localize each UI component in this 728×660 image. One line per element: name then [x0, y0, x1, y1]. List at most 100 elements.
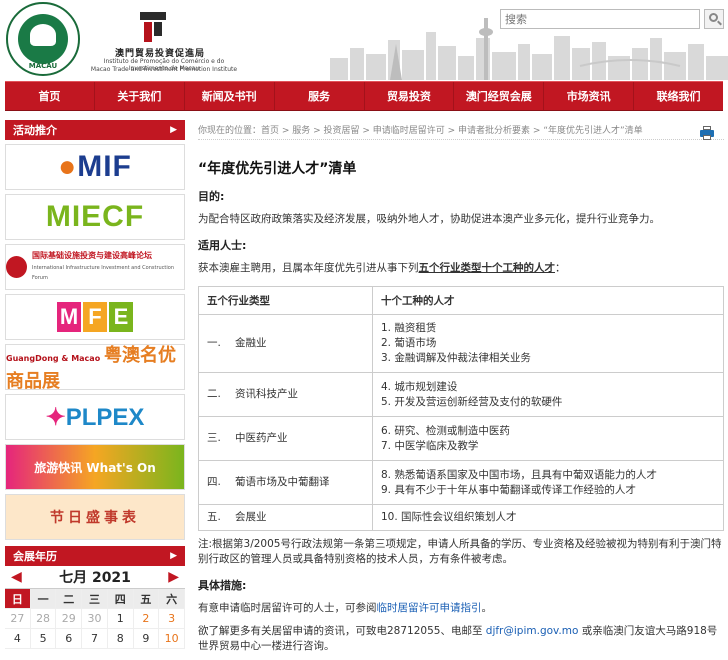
jobs-cell: 1. 融资租赁 2. 葡语市场 3. 金融调解及仲裁法律相关业务: [372, 314, 724, 373]
purpose-label: 目的:: [198, 190, 225, 203]
category-name: 资讯科技产业: [235, 388, 298, 400]
calendar-day[interactable]: 29: [56, 609, 83, 629]
calendar-title: 会展年历: [13, 550, 57, 563]
table-row: 一. 金融业 1. 融资租赁 2. 葡语市场 3. 金融调解及仲裁法律相关业务: [198, 314, 724, 373]
banner-mfe[interactable]: M F E: [5, 294, 185, 340]
category-name: 中医药产业: [235, 432, 288, 444]
banner-festival-calendar[interactable]: 节日盛事表: [5, 494, 185, 540]
job-item: 3. 金融调解及仲裁法律相关业务: [381, 352, 531, 364]
prev-month-icon[interactable]: ◀: [11, 569, 22, 585]
mfe-letter: M: [57, 302, 81, 332]
jobs-cell: 6. 研究、检测或制造中医药 7. 中医学临床及教学: [372, 416, 724, 461]
next-month-icon[interactable]: ▶: [168, 569, 179, 585]
contact-text: 欲了解更多有关居留申请的资讯，可致电28712055、电邮至 djfr@ipim…: [198, 624, 724, 654]
weekday-header: 六: [159, 589, 185, 609]
measures-text: 有意申请临时居留许可的人士，可参阅临时居留许可申请指引。: [198, 601, 724, 616]
measures-label: 具体措施:: [198, 579, 247, 592]
nav-item-services[interactable]: 服务: [275, 82, 365, 110]
search-box[interactable]: [500, 9, 700, 29]
calendar-month: 七月 2021: [59, 570, 131, 586]
job-item: 6. 研究、检测或制造中医药: [381, 424, 510, 437]
talent-table: 五个行业类型 十个工种的人才 一. 金融业 1. 融资租赁 2. 葡语市场 3. …: [198, 286, 724, 531]
calendar-day[interactable]: 3: [159, 609, 185, 629]
banner-gd-macao[interactable]: GuangDong & Macao 粤澳名优商品展: [5, 344, 185, 390]
calendar-month-bar: ◀ 七月 2021 ▶: [5, 566, 185, 588]
category-num: 五.: [207, 511, 221, 523]
activities-header[interactable]: 活动推介 ▶: [5, 120, 185, 140]
weekday-header: 五: [133, 589, 160, 609]
job-item: 5. 开发及营运创新经营及支付的软硬件: [381, 395, 563, 408]
purpose-text: 为配合特区政府政策落实及经济发展，吸纳外地人才，协助促进本澳产业多元化，提升行业…: [198, 213, 660, 225]
nav-item-about[interactable]: 关于我们: [95, 82, 185, 110]
calendar-day[interactable]: 6: [56, 629, 83, 649]
job-item: 4. 城市规划建设: [381, 380, 458, 393]
category-cell: 三. 中医药产业: [198, 416, 373, 461]
ipim-logo-mark[interactable]: [140, 12, 166, 42]
calendar-day[interactable]: 4: [5, 629, 31, 649]
measures-text-before: 有意申请临时居留许可的人士，可参阅: [198, 602, 377, 614]
nav-item-market[interactable]: 市场资讯: [544, 82, 635, 110]
iif-logo: 国际基础设施投资与建设高峰论坛 International Infrastruc…: [6, 251, 184, 282]
category-name: 会展业: [235, 511, 267, 523]
macau-emblem-logo[interactable]: MACAU: [6, 2, 80, 76]
category-num: 二.: [207, 388, 221, 400]
application-guide-link[interactable]: 临时居留许可申请指引: [377, 602, 482, 614]
job-item: 7. 中医学临床及教学: [381, 439, 479, 452]
calendar-day[interactable]: 9: [133, 629, 160, 649]
plpex-text: PLPEX: [65, 403, 145, 431]
contact-text-before: 欲了解更多有关居留申请的资讯，可致电28712055、电邮至: [198, 625, 486, 637]
table-header-jobs: 十个工种的人才: [372, 286, 724, 315]
nav-item-trade[interactable]: 贸易投资: [365, 82, 455, 110]
calendar-day[interactable]: 10: [159, 629, 185, 649]
emblem-text: MACAU: [28, 62, 58, 70]
banner-miecf[interactable]: MIECF: [5, 194, 185, 240]
category-num: 一.: [207, 337, 221, 349]
calendar-header[interactable]: 会展年历 ▶: [5, 546, 185, 566]
table-row: 二. 资讯科技产业 4. 城市规划建设 5. 开发及营运创新经营及支付的软硬件: [198, 372, 724, 417]
legal-note: 注:根据第3/2005号行政法规第一条第三项规定，申请人所具备的学历、专业资格及…: [198, 538, 722, 565]
nav-item-exhibitions[interactable]: 澳门经贸会展: [454, 82, 545, 110]
calendar-day[interactable]: 2: [133, 609, 160, 629]
sidebar: 活动推介 ▶ ●MIF MIECF 国际基础设施投资与建设高峰论坛 Intern…: [5, 120, 185, 660]
activities-title: 活动推介: [13, 124, 57, 137]
banner-mif[interactable]: ●MIF: [5, 144, 185, 190]
calendar-day[interactable]: 27: [5, 609, 31, 629]
job-item: 10. 国际性会议组织策划人才: [381, 511, 517, 523]
print-icon[interactable]: [700, 126, 714, 140]
printer-paper: [703, 135, 711, 140]
target-text: 获本澳雇主聘用，且属本年度优先引进从事下列五个行业类型十个工种的人才：: [198, 261, 724, 276]
breadcrumb[interactable]: 你现在的位置：首页 > 服务 > 投资居留 > 申请临时居留许可 > 申请者批分…: [198, 120, 724, 140]
calendar-day[interactable]: 8: [107, 629, 134, 649]
calendar-grid: 日 一 二 三 四 五 六 27 28 29 30 1 2 3 4 5 6 7 …: [5, 588, 185, 649]
ipim-mark-bar: [144, 22, 152, 42]
gd-macao-logo: GuangDong & Macao 粤澳名优商品展: [6, 345, 184, 390]
table-row: 五. 会展业 10. 国际性会议组织策划人才: [198, 504, 724, 531]
category-cell: 四. 葡语市场及中葡翻译: [198, 460, 373, 505]
calendar-day[interactable]: 7: [82, 629, 108, 649]
nav-item-contact[interactable]: 联络我们: [634, 82, 723, 110]
calendar-day[interactable]: 5: [30, 629, 57, 649]
main-content: 你现在的位置：首页 > 服务 > 投资居留 > 申请临时居留许可 > 申请者批分…: [198, 120, 724, 660]
category-name: 金融业: [235, 337, 267, 349]
search-input[interactable]: [501, 10, 699, 28]
category-cell: 二. 资讯科技产业: [198, 372, 373, 417]
nav-item-home[interactable]: 首页: [5, 82, 95, 110]
calendar-day[interactable]: 1: [107, 609, 134, 629]
banner-iif[interactable]: 国际基础设施投资与建设高峰论坛 International Infrastruc…: [5, 244, 185, 290]
calendar-day[interactable]: 28: [30, 609, 57, 629]
mfe-logo: M F E: [57, 302, 133, 332]
search-icon-handle: [717, 20, 722, 26]
email-link[interactable]: djfr@ipim.gov.mo: [486, 625, 579, 637]
nav-item-news[interactable]: 新闻及书刊: [185, 82, 275, 110]
table-row: 四. 葡语市场及中葡翻译 8. 熟悉葡语系国家及中国市场，且具有中葡双语能力的人才…: [198, 460, 724, 505]
mfe-letter: F: [83, 302, 107, 332]
search-button[interactable]: [704, 9, 724, 29]
gd-macao-cn: 粤澳名优商品展: [6, 345, 177, 390]
banner-plpex[interactable]: ✦PLPEX: [5, 394, 185, 440]
lotus-icon: [30, 24, 56, 46]
category-num: 三.: [207, 432, 221, 444]
banner-whats-on[interactable]: 旅游快讯 What's On: [5, 444, 185, 490]
calendar-day[interactable]: 30: [82, 609, 108, 629]
iif-emblem-icon: [6, 255, 27, 278]
job-item: 2. 葡语市场: [381, 337, 437, 349]
